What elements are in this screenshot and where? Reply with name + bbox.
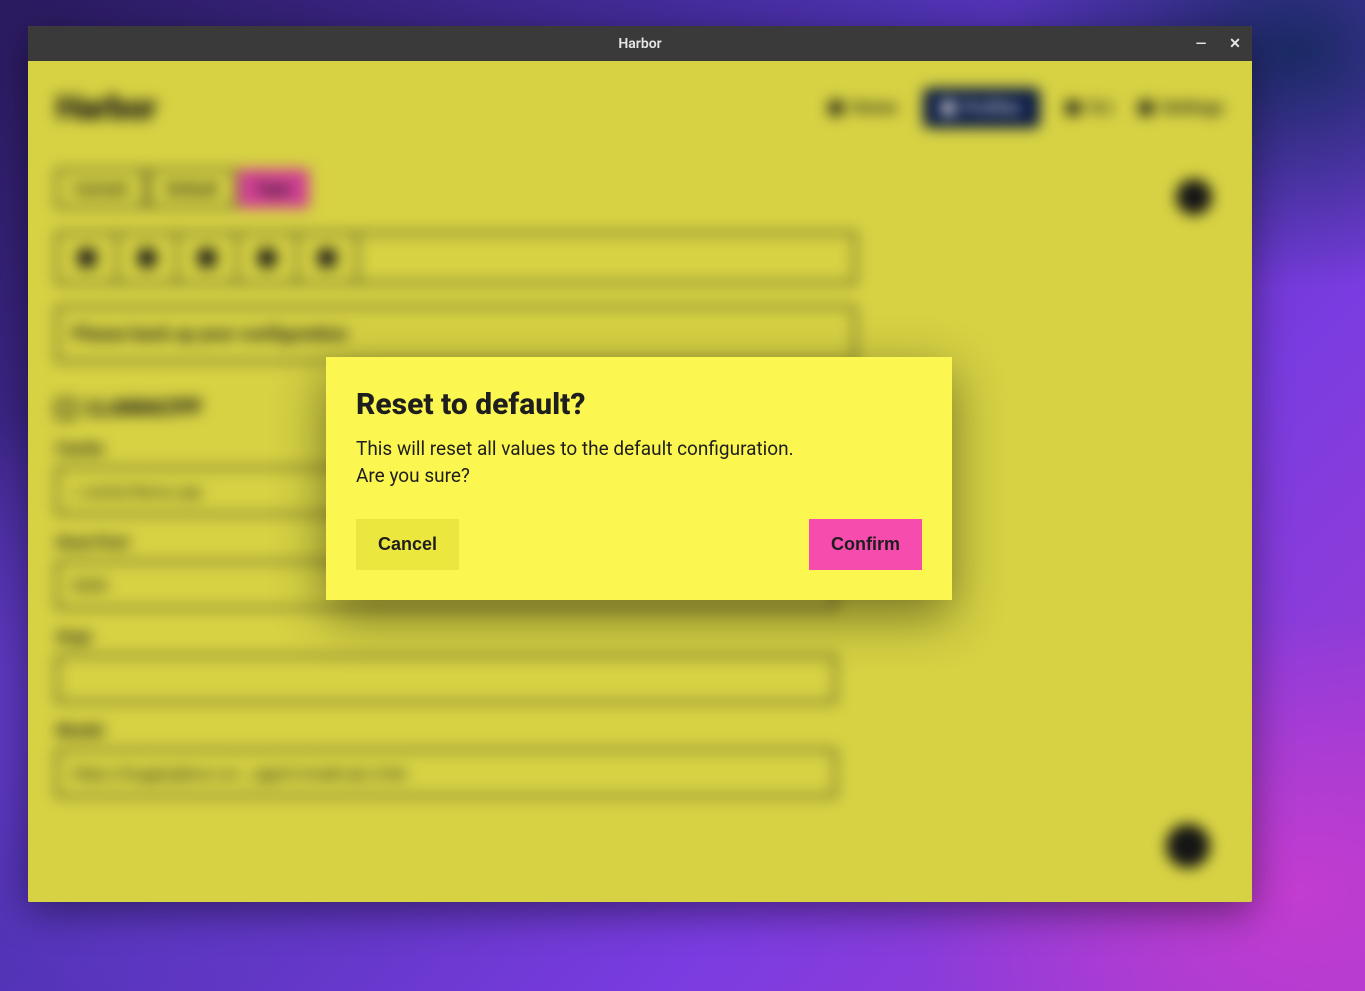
- desktop-background: Harbor — ✕ Harbor Home Profiles CLI: [0, 0, 1365, 991]
- reset-dialog: Reset to default? This will reset all va…: [326, 357, 952, 600]
- minimize-icon: —: [1196, 36, 1207, 52]
- close-button[interactable]: ✕: [1218, 26, 1252, 61]
- minimize-button[interactable]: —: [1184, 26, 1218, 61]
- titlebar: Harbor — ✕: [28, 26, 1252, 61]
- app-window: Harbor — ✕ Harbor Home Profiles CLI: [28, 26, 1252, 902]
- cancel-button[interactable]: Cancel: [356, 519, 459, 570]
- close-icon: ✕: [1229, 36, 1241, 52]
- dialog-body-line2: Are you sure?: [356, 464, 470, 487]
- dialog-body-line1: This will reset all values to the defaul…: [356, 437, 794, 460]
- window-controls: — ✕: [1184, 26, 1252, 61]
- dialog-body: This will reset all values to the defaul…: [356, 436, 922, 489]
- window-title: Harbor: [618, 36, 661, 52]
- dialog-buttons: Cancel Confirm: [356, 519, 922, 570]
- app-body: Harbor Home Profiles CLI Settings Curren…: [28, 61, 1252, 902]
- dialog-title: Reset to default?: [356, 387, 922, 422]
- confirm-button[interactable]: Confirm: [809, 519, 922, 570]
